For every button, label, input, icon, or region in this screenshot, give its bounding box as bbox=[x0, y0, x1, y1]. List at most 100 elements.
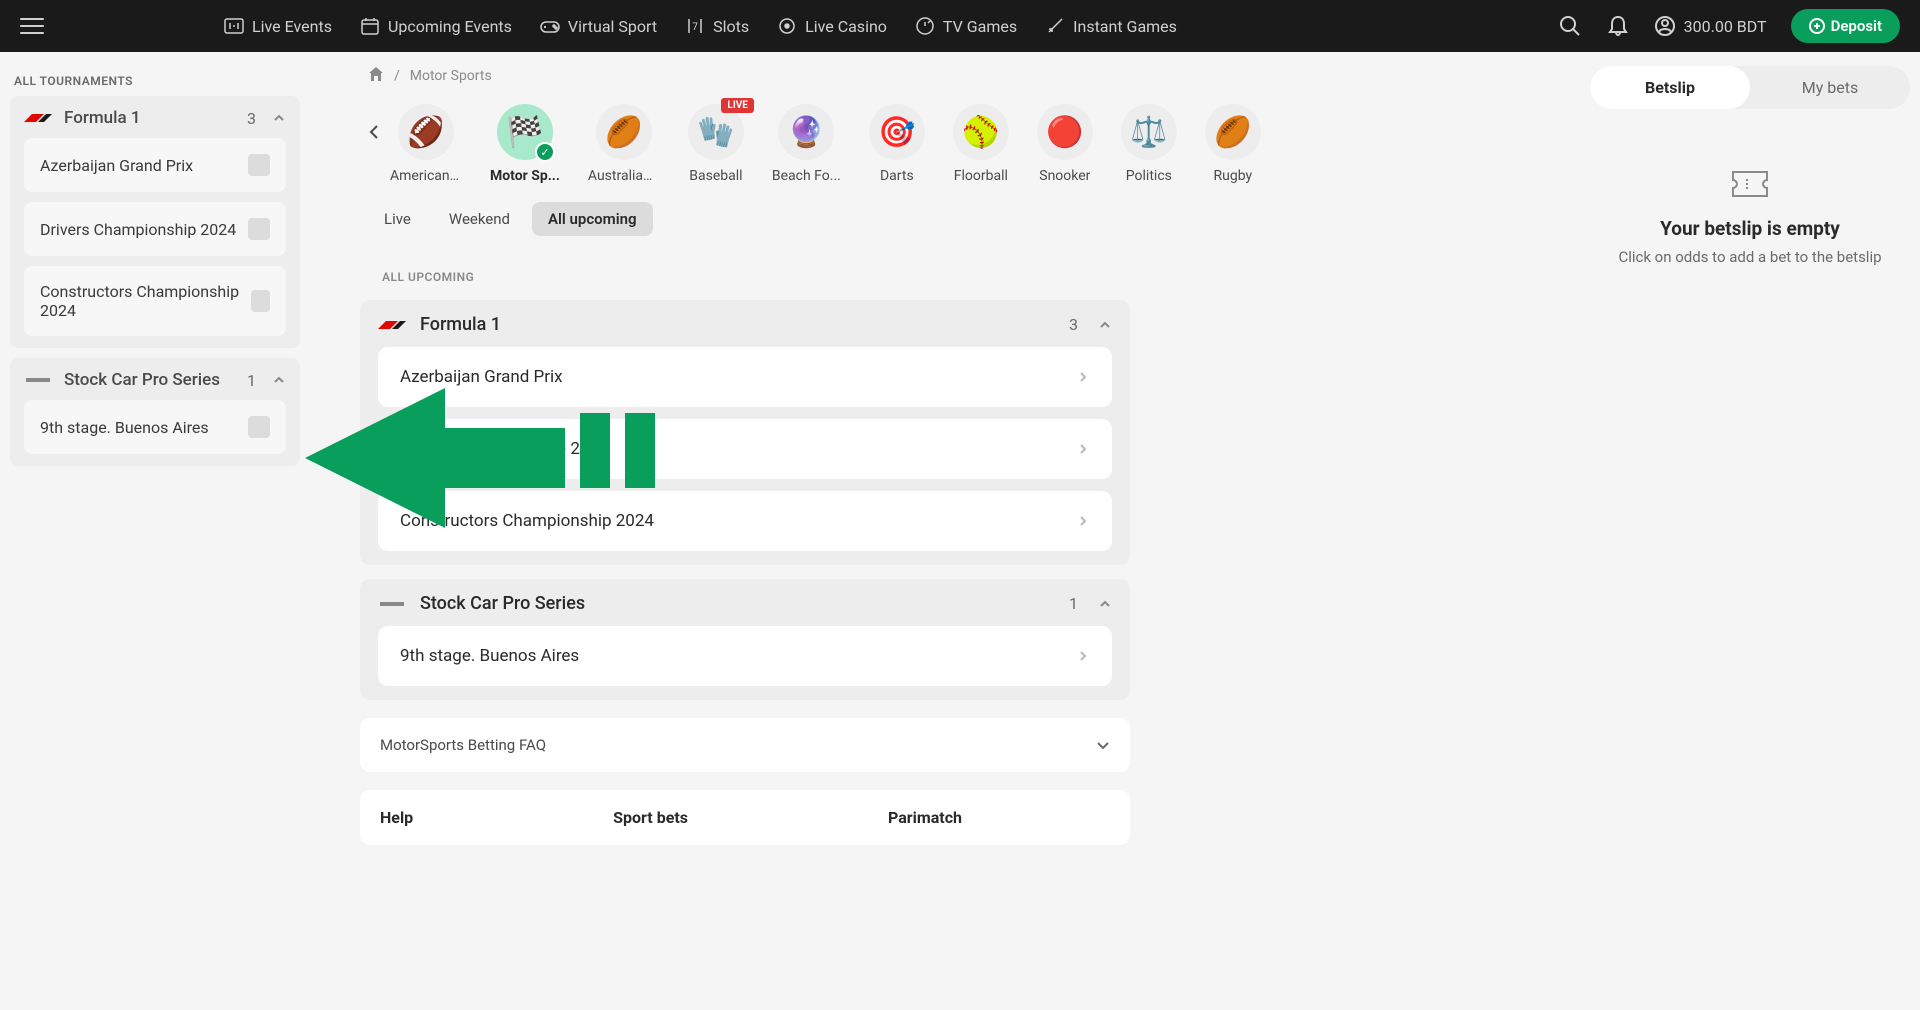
tournament-item[interactable]: Azerbaijan Grand Prix bbox=[24, 138, 286, 192]
footer-col-brand[interactable]: Parimatch bbox=[888, 808, 962, 827]
footer-col-sport[interactable]: Sport bets bbox=[613, 808, 688, 827]
event-group-formula1: Formula 1 3 Azerbaijan Grand Prix Driver… bbox=[360, 300, 1130, 565]
event-item[interactable]: Constructors Championship 2024 bbox=[378, 491, 1112, 551]
nav-virtual[interactable]: Virtual Sport bbox=[540, 16, 657, 36]
tournament-item[interactable]: Drivers Championship 2024 bbox=[24, 202, 286, 256]
tournament-group-formula1: Formula 1 3 Azerbaijan Grand Prix Driver… bbox=[10, 96, 300, 348]
search-button[interactable] bbox=[1558, 14, 1582, 38]
chevron-up-icon bbox=[272, 373, 286, 387]
nav-upcoming[interactable]: Upcoming Events bbox=[360, 16, 512, 36]
sport-floorball[interactable]: 🥎 Floorball bbox=[953, 104, 1009, 184]
sport-american-football[interactable]: 🏈American ... bbox=[390, 104, 462, 184]
score-icon bbox=[224, 16, 244, 36]
sport-label: Australian... bbox=[588, 168, 660, 184]
deposit-button[interactable]: Deposit bbox=[1791, 9, 1900, 43]
event-item-name: Drivers Championship 2024 bbox=[400, 439, 609, 459]
stockcar-logo-icon bbox=[378, 596, 406, 612]
floorball-icon: 🥎 bbox=[953, 104, 1009, 160]
sport-rugby[interactable]: 🏉Rugby bbox=[1205, 104, 1261, 184]
filter-all-upcoming[interactable]: All upcoming bbox=[532, 202, 653, 236]
event-item[interactable]: Drivers Championship 2024 bbox=[378, 419, 1112, 479]
faq-title: MotorSports Betting FAQ bbox=[380, 736, 546, 754]
tournament-item[interactable]: 9th stage. Buenos Aires bbox=[24, 400, 286, 454]
filter-live[interactable]: Live bbox=[368, 202, 427, 236]
nav-label: Upcoming Events bbox=[388, 17, 512, 36]
menu-button[interactable] bbox=[20, 14, 44, 38]
checkbox[interactable] bbox=[248, 416, 270, 438]
filter-weekend[interactable]: Weekend bbox=[433, 202, 526, 236]
header-right: 300.00 BDT Deposit bbox=[1558, 9, 1900, 43]
nav-label: Virtual Sport bbox=[568, 17, 657, 36]
chevron-right-icon bbox=[1076, 514, 1090, 528]
rocket-icon bbox=[1045, 16, 1065, 36]
breadcrumb-current: Motor Sports bbox=[410, 68, 492, 84]
svg-text:7: 7 bbox=[692, 22, 698, 33]
crystal-ball-icon: 🔮 bbox=[778, 104, 834, 160]
baseball-glove-icon: 🧤LIVE bbox=[688, 104, 744, 160]
sport-australian[interactable]: 🏉 Australian... bbox=[588, 104, 660, 184]
sport-label: Motor Sp... bbox=[490, 168, 560, 184]
tournament-group-stockcar: Stock Car Pro Series 1 9th stage. Buenos… bbox=[10, 358, 300, 466]
nav-slots[interactable]: 7 Slots bbox=[685, 16, 749, 36]
plus-circle-icon bbox=[1809, 18, 1825, 34]
event-group-header[interactable]: Stock Car Pro Series 1 bbox=[378, 593, 1112, 614]
tournament-item[interactable]: Constructors Championship 2024 bbox=[24, 266, 286, 336]
faq-toggle[interactable]: MotorSports Betting FAQ bbox=[360, 718, 1130, 772]
nav-label: Instant Games bbox=[1073, 17, 1177, 36]
nav-live-casino[interactable]: Live Casino bbox=[777, 16, 887, 36]
tournament-header[interactable]: Formula 1 3 bbox=[24, 108, 286, 128]
sport-label: Beach Fo... bbox=[772, 168, 841, 184]
event-group-stockcar: Stock Car Pro Series 1 9th stage. Buenos… bbox=[360, 579, 1130, 700]
sports-prev-button[interactable] bbox=[360, 118, 388, 146]
slots-icon: 7 bbox=[685, 16, 705, 36]
sidebar: ALL TOURNAMENTS Formula 1 3 Azerbaijan G… bbox=[0, 52, 310, 1010]
nav-label: Live Casino bbox=[805, 17, 887, 36]
notifications-button[interactable] bbox=[1606, 14, 1630, 38]
sport-label: Darts bbox=[880, 168, 914, 184]
sport-label: Snooker bbox=[1039, 168, 1090, 184]
nav-tv-games[interactable]: TV Games bbox=[915, 16, 1017, 36]
nav-live-events[interactable]: Live Events bbox=[224, 16, 332, 36]
sport-baseball[interactable]: 🧤LIVEBaseball bbox=[688, 104, 744, 184]
app-header: Live Events Upcoming Events Virtual Spor… bbox=[0, 0, 1920, 52]
footer-col-help[interactable]: Help bbox=[380, 808, 413, 827]
chevron-up-icon bbox=[272, 111, 286, 125]
check-icon: ✓ bbox=[535, 142, 555, 162]
tournament-header[interactable]: Stock Car Pro Series 1 bbox=[24, 370, 286, 390]
chevron-up-icon bbox=[1098, 597, 1112, 611]
sport-darts[interactable]: 🎯Darts bbox=[869, 104, 925, 184]
home-icon[interactable] bbox=[368, 66, 384, 86]
sport-label: Floorball bbox=[954, 168, 1008, 184]
star-icon bbox=[915, 16, 935, 36]
tournament-item-name: 9th stage. Buenos Aires bbox=[40, 418, 209, 437]
nav-instant[interactable]: Instant Games bbox=[1045, 16, 1177, 36]
tournament-count: 1 bbox=[247, 371, 256, 390]
nav-label: TV Games bbox=[943, 17, 1017, 36]
sport-beach-football[interactable]: 🔮 Beach Fo... bbox=[772, 104, 841, 184]
tab-betslip[interactable]: Betslip bbox=[1590, 66, 1750, 109]
nav-label: Slots bbox=[713, 17, 749, 36]
deposit-label: Deposit bbox=[1831, 17, 1882, 35]
nav-label: Live Events bbox=[252, 17, 332, 36]
tab-my-bets[interactable]: My bets bbox=[1750, 66, 1910, 109]
rugby-ball-icon: 🏉 bbox=[596, 104, 652, 160]
checkbox[interactable] bbox=[248, 154, 270, 176]
event-item[interactable]: 9th stage. Buenos Aires bbox=[378, 626, 1112, 686]
sports-selector: 🏈American ... 🏁✓Motor Sp... 🏉Australian.… bbox=[360, 104, 1130, 184]
breadcrumb: / Motor Sports bbox=[360, 66, 1130, 86]
balance-display[interactable]: 300.00 BDT bbox=[1654, 15, 1767, 37]
event-item-name: 9th stage. Buenos Aires bbox=[400, 646, 579, 666]
stockcar-logo-icon bbox=[24, 372, 52, 388]
chevron-down-icon bbox=[1096, 738, 1110, 752]
sport-politics[interactable]: ⚖️Politics bbox=[1121, 104, 1177, 184]
event-item[interactable]: Azerbaijan Grand Prix bbox=[378, 347, 1112, 407]
nav-items: Live Events Upcoming Events Virtual Spor… bbox=[224, 16, 1558, 36]
sport-snooker[interactable]: 🔴Snooker bbox=[1037, 104, 1093, 184]
balance-amount: 300.00 BDT bbox=[1684, 17, 1767, 36]
checkbox[interactable] bbox=[251, 290, 270, 312]
sidebar-title: ALL TOURNAMENTS bbox=[10, 66, 300, 96]
live-badge: LIVE bbox=[721, 98, 754, 113]
event-group-header[interactable]: Formula 1 3 bbox=[378, 314, 1112, 335]
checkbox[interactable] bbox=[248, 218, 270, 240]
sport-motor-sports[interactable]: 🏁✓Motor Sp... bbox=[490, 104, 560, 184]
